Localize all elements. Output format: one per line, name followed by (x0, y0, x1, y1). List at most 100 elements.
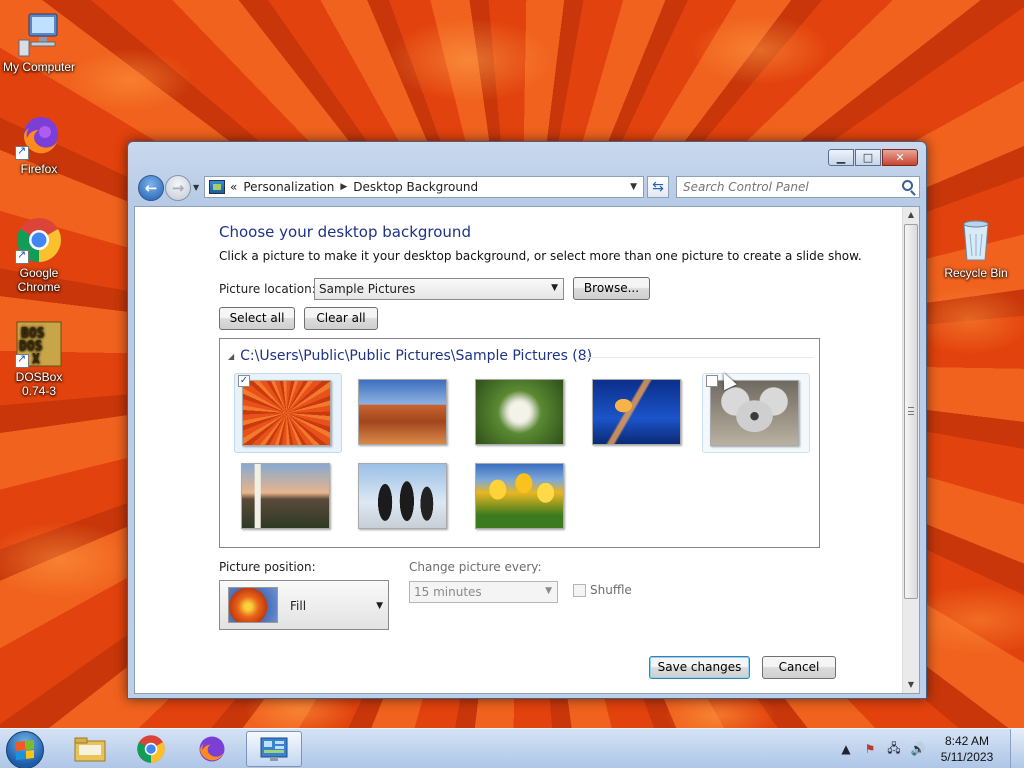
show-desktop-button[interactable] (1010, 729, 1024, 768)
select-all-button[interactable]: Select all (219, 307, 295, 330)
shortcut-arrow-icon (15, 248, 29, 264)
network-icon[interactable]: 🖧 (884, 739, 904, 760)
browse-button[interactable]: Browse... (573, 277, 650, 300)
desktop-icon-label: Firefox (20, 162, 58, 176)
back-button[interactable]: ← (138, 175, 164, 201)
system-tray: ▲ ⚑ 🖧 🔊 8:42 AM 5/11/2023 (836, 729, 1024, 768)
picture-penguins[interactable] (351, 457, 459, 537)
firefox-icon (199, 736, 225, 762)
collapse-triangle-icon[interactable]: ◢ (228, 352, 234, 361)
picture-location-value: Sample Pictures (319, 282, 416, 296)
desktop-icon-label: Google Chrome (17, 266, 61, 294)
scrollbar-thumb[interactable] (904, 224, 918, 599)
group-header-path: C:\Users\Public\Public Pictures\Sample P… (240, 348, 593, 364)
breadcrumb-personalization[interactable]: Personalization (243, 180, 334, 194)
picture-jellyfish[interactable] (585, 373, 693, 453)
firefox-icon (15, 112, 63, 160)
desktop-icon-recycle-bin[interactable]: Recycle Bin (936, 216, 1016, 280)
forward-arrow-icon: → (171, 179, 185, 197)
grip-icon (908, 407, 914, 415)
shortcut-arrow-icon (15, 352, 29, 368)
picture-position-label: Picture position: (219, 560, 316, 574)
chevron-down-icon: ▼ (545, 586, 552, 596)
svg-text:X: X (32, 352, 40, 367)
desktop-icon-firefox[interactable]: Firefox (1, 112, 77, 176)
page-subtitle: Click a picture to make it your desktop … (219, 249, 862, 263)
maximize-button[interactable]: □ (855, 149, 881, 166)
desktop-icon-label: DOSBox 0.74-3 (15, 370, 63, 398)
content-pane: Choose your desktop background Click a p… (134, 206, 920, 694)
group-header[interactable]: ◢ C:\Users\Public\Public Pictures\Sample… (228, 348, 813, 364)
change-interval-select[interactable]: 15 minutes ▼ (409, 581, 558, 603)
recent-pages-dropdown-icon[interactable]: ▼ (193, 183, 199, 192)
picture-koala[interactable] (702, 373, 810, 453)
shortcut-arrow-icon (15, 144, 29, 160)
picture-checkbox[interactable] (706, 375, 718, 387)
desktop-icon-label: Recycle Bin (944, 266, 1008, 280)
desktop-icon-my-computer[interactable]: My Computer (1, 10, 77, 74)
picture-hydrangeas[interactable] (468, 373, 576, 453)
search-icon[interactable] (902, 180, 913, 191)
caption-buttons: ▁ □ ✕ (827, 149, 918, 166)
volume-icon[interactable]: 🔊 (908, 742, 928, 756)
clock[interactable]: 8:42 AM 5/11/2023 (932, 733, 1002, 765)
thumbnail-penguins (358, 463, 447, 529)
address-bar[interactable]: « Personalization ▶ Desktop Background ▼ (204, 176, 644, 198)
chevron-down-icon: ▼ (551, 283, 558, 293)
chrome-icon (137, 735, 165, 763)
picture-position-select[interactable]: Fill ▼ (219, 580, 389, 630)
picture-position-value: Fill (290, 599, 307, 613)
divider (583, 357, 813, 358)
chrome-icon (15, 216, 63, 264)
desktop-icon-label: My Computer (2, 60, 76, 74)
clock-date: 5/11/2023 (940, 750, 994, 764)
shuffle-checkbox[interactable]: Shuffle (573, 583, 632, 597)
shuffle-label: Shuffle (590, 583, 632, 597)
close-button[interactable]: ✕ (882, 149, 918, 166)
desktop-icon-dosbox[interactable]: BOSDOSX DOSBox 0.74-3 (1, 320, 77, 398)
change-picture-label: Change picture every: (409, 560, 542, 574)
scroll-down-icon[interactable]: ▼ (903, 677, 919, 693)
search-input[interactable] (683, 180, 883, 194)
cancel-button[interactable]: Cancel (762, 656, 836, 679)
picture-checkbox-checked[interactable]: ✓ (238, 375, 250, 387)
breadcrumb-prefix[interactable]: « (230, 180, 237, 194)
taskbar: ▲ ⚑ 🖧 🔊 8:42 AM 5/11/2023 (0, 728, 1024, 768)
thumbnail-hydrangeas (475, 379, 564, 445)
save-changes-button[interactable]: Save changes (649, 656, 750, 679)
computer-icon (15, 10, 63, 58)
picture-chrysanthemum[interactable]: ✓ (234, 373, 342, 453)
action-center-flag-icon[interactable]: ⚑ (860, 742, 880, 756)
show-hidden-icons-icon[interactable]: ▲ (836, 742, 856, 756)
windows-logo-icon (16, 740, 34, 760)
refresh-button[interactable]: ⇆ (647, 176, 669, 198)
start-button[interactable] (6, 731, 44, 768)
control-panel-icon (260, 737, 288, 761)
taskbar-chrome[interactable] (123, 731, 179, 767)
forward-button[interactable]: → (165, 175, 191, 201)
picture-tulips[interactable] (468, 457, 576, 537)
picture-location-select[interactable]: Sample Pictures ▼ (314, 278, 564, 300)
taskbar-control-panel[interactable] (246, 731, 302, 767)
vertical-scrollbar[interactable]: ▲ ▼ (902, 207, 919, 693)
taskbar-firefox[interactable] (184, 731, 240, 767)
breadcrumb-separator-icon[interactable]: ▶ (340, 182, 347, 192)
change-interval-value: 15 minutes (414, 585, 482, 599)
minimize-button[interactable]: ▁ (828, 149, 854, 166)
search-box[interactable] (676, 176, 920, 198)
checkbox-box[interactable] (573, 583, 586, 597)
desktop-icon-google-chrome[interactable]: Google Chrome (1, 216, 77, 294)
breadcrumb-desktop-background[interactable]: Desktop Background (353, 180, 478, 194)
thumbnail-lighthouse (241, 463, 330, 529)
scroll-up-icon[interactable]: ▲ (903, 207, 919, 223)
picture-desert[interactable] (351, 373, 459, 453)
page-title: Choose your desktop background (219, 223, 471, 241)
clear-all-button[interactable]: Clear all (304, 307, 378, 330)
address-dropdown-icon[interactable]: ▼ (630, 182, 637, 192)
position-preview-image (228, 587, 278, 623)
control-panel-icon (209, 180, 225, 194)
taskbar-file-explorer[interactable] (62, 731, 118, 767)
picture-lighthouse[interactable] (234, 457, 342, 537)
chevron-down-icon: ▼ (376, 601, 383, 611)
thumbnail-desert (358, 379, 447, 445)
